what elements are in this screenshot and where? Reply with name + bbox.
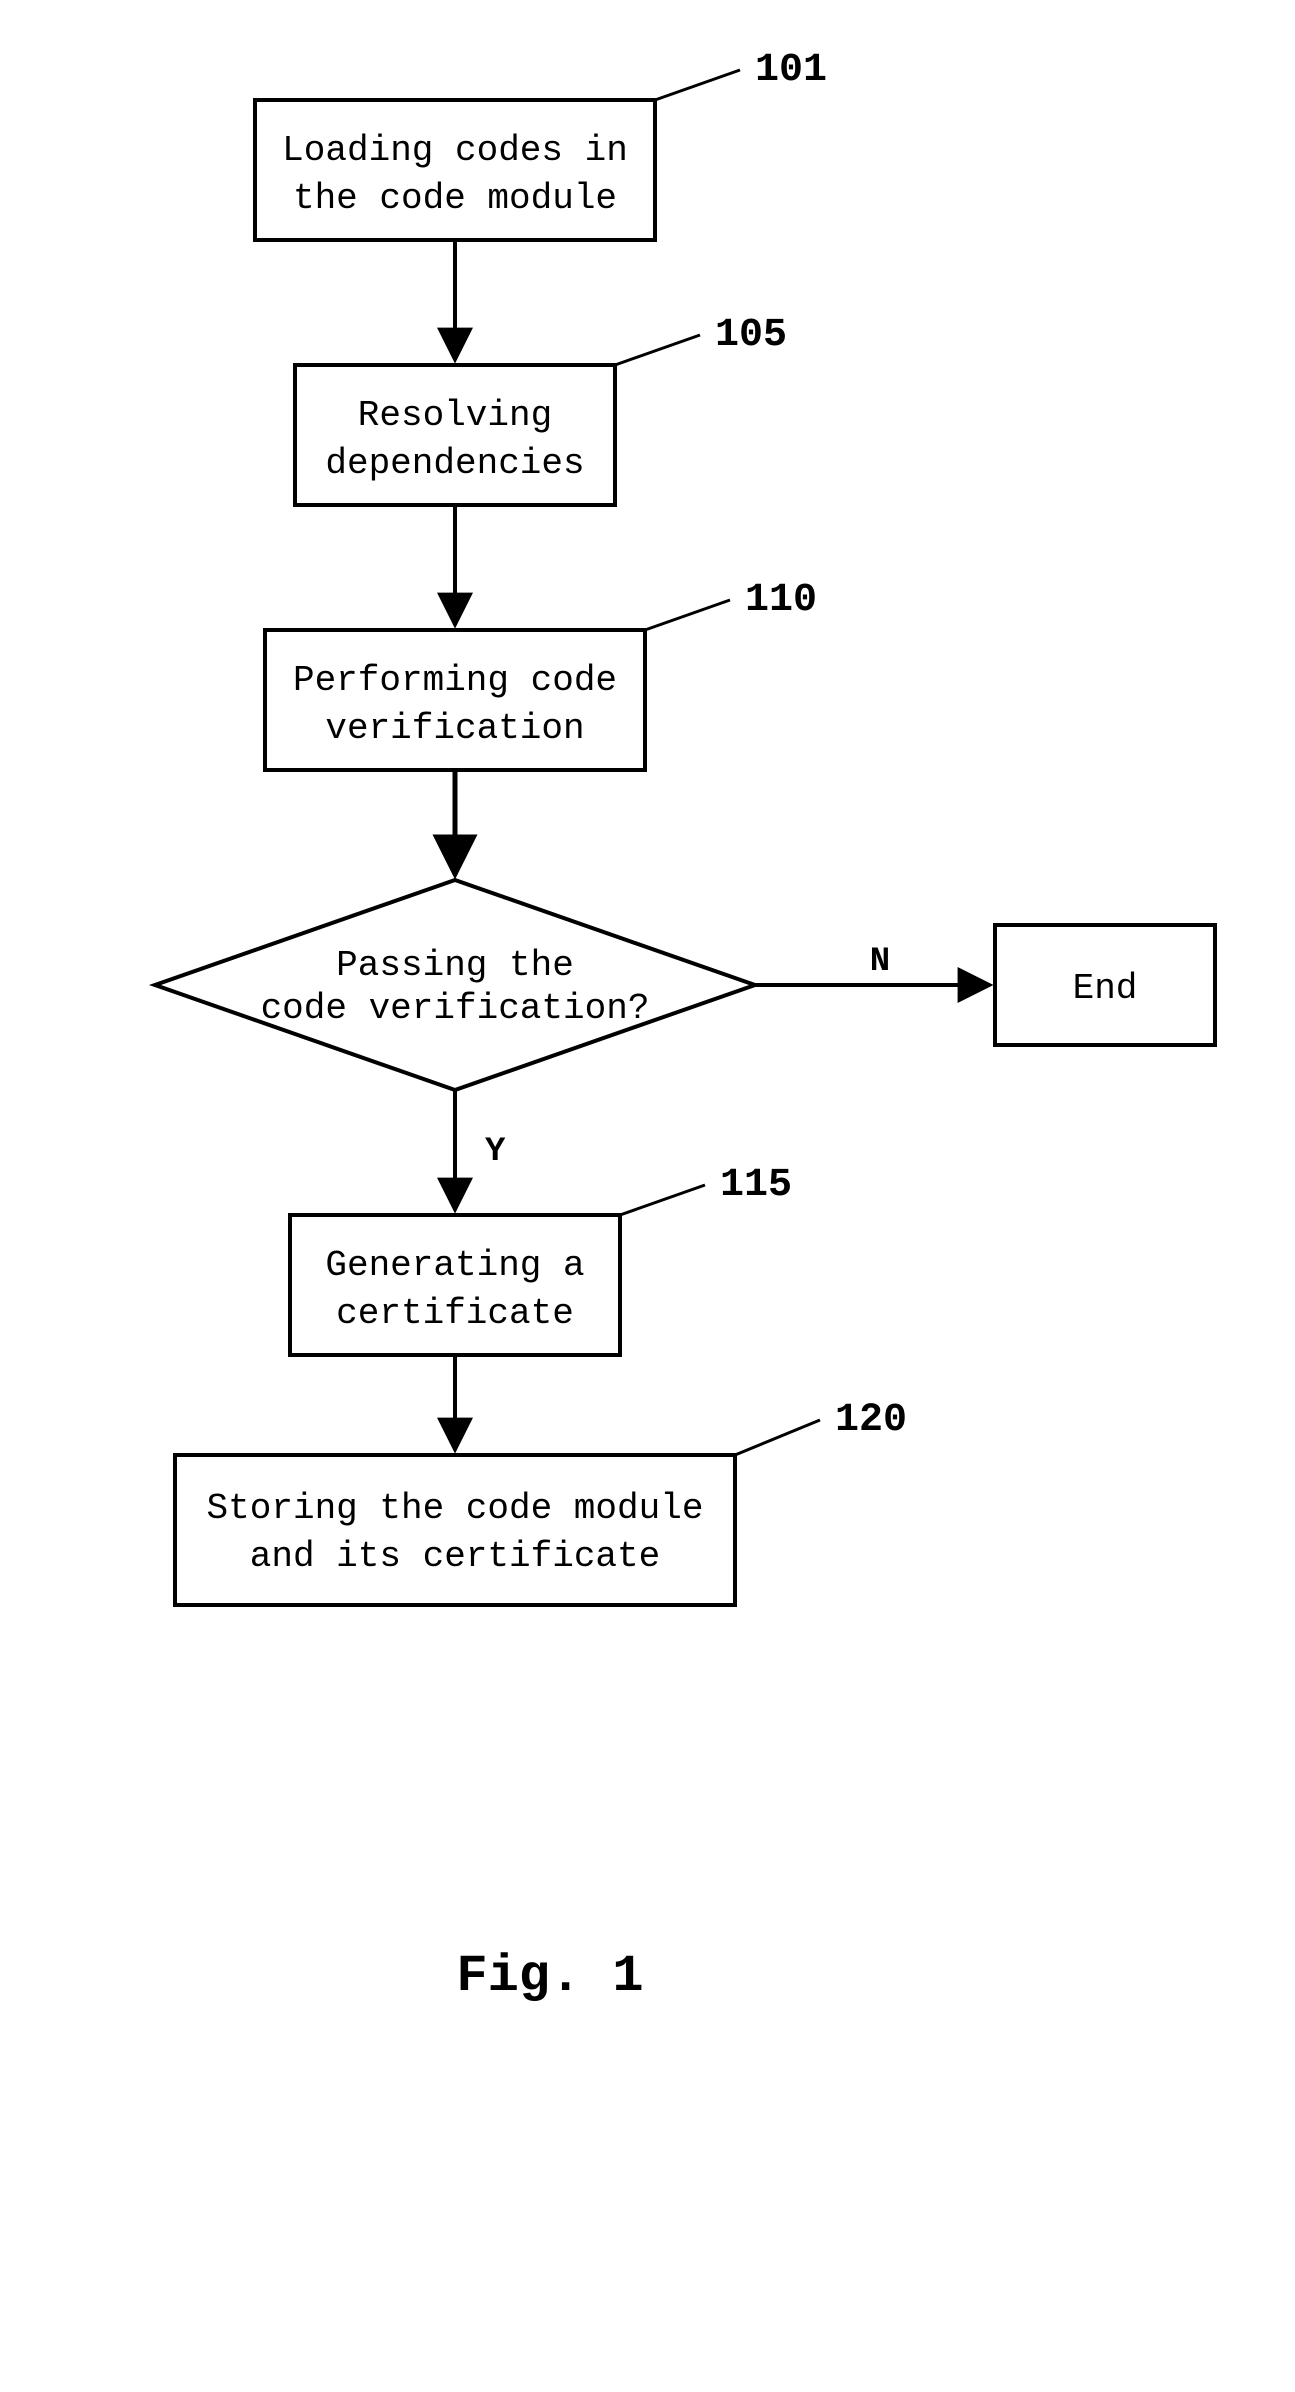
node-101: Loading codes in the code module [255, 100, 655, 240]
label-Y: Y [485, 1133, 506, 1171]
ref-110-leader [645, 600, 730, 630]
node-115-line2: certificate [336, 1293, 574, 1334]
ref-115: 115 [720, 1163, 792, 1208]
node-105-line2: dependencies [325, 443, 584, 484]
ref-120-leader [735, 1420, 820, 1455]
node-105-line1: Resolving [358, 395, 552, 436]
ref-101-leader [655, 70, 740, 100]
figure-caption: Fig. 1 [456, 1947, 643, 2006]
decision-line1: Passing the [336, 945, 574, 986]
ref-101: 101 [755, 48, 827, 93]
node-105: Resolving dependencies [295, 365, 615, 505]
flowchart-figure: Loading codes in the code module 101 Res… [0, 0, 1295, 2392]
node-115: Generating a certificate [290, 1215, 620, 1355]
label-N: N [870, 943, 890, 981]
node-110-line2: verification [325, 708, 584, 749]
ref-105: 105 [715, 313, 787, 358]
node-110: Performing code verification [265, 630, 645, 770]
node-end: End [995, 925, 1215, 1045]
ref-105-leader [615, 335, 700, 365]
ref-120: 120 [835, 1398, 907, 1443]
node-120: Storing the code module and its certific… [175, 1455, 735, 1605]
node-110-line1: Performing code [293, 660, 617, 701]
node-120-line1: Storing the code module [207, 1488, 704, 1529]
ref-110: 110 [745, 578, 817, 623]
end-label: End [1073, 968, 1138, 1009]
node-115-line1: Generating a [325, 1245, 584, 1286]
node-decision: Passing the code verification? [155, 880, 755, 1090]
node-101-line1: Loading codes in [282, 130, 628, 171]
decision-line2: code verification? [261, 988, 650, 1029]
node-120-line2: and its certificate [250, 1536, 660, 1577]
node-101-line2: the code module [293, 178, 617, 219]
ref-115-leader [620, 1185, 705, 1215]
